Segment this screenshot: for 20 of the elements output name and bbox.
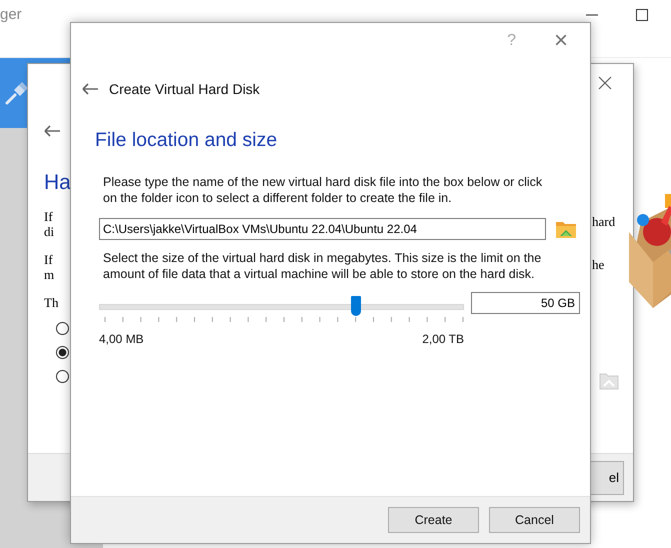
body-text: Th [44, 295, 60, 310]
page-heading: Ha [44, 171, 72, 195]
window-title: ger [0, 6, 22, 24]
body-text: hard [592, 214, 616, 229]
cancel-button[interactable]: Cancel [489, 507, 580, 533]
min-label: 4,00 MB [99, 332, 144, 346]
body-text: If [44, 252, 54, 267]
instructions-text: Select the size of the virtual hard disk in megabytes. This size is the limit on the amount of file data that a virtual machine will be able to store on the hard disk. [103, 250, 542, 282]
create-button[interactable]: Create [388, 507, 479, 533]
dialog-title: Create Virtual Hard Disk [109, 81, 260, 97]
body-text: m [44, 267, 56, 282]
body-text: di [44, 224, 56, 239]
size-field[interactable]: 50 GB [471, 292, 580, 314]
max-label: 2,00 TB [422, 332, 464, 346]
page-heading: File location and size [94, 129, 278, 152]
close-button[interactable]: × [554, 29, 568, 53]
path-field[interactable]: C:\Users\jakke\VirtualBox VMs\Ubuntu 22.04\Ubuntu 22.04 [99, 218, 546, 240]
body-text: he [592, 257, 606, 272]
body-text: If [44, 209, 54, 224]
instructions-text: Please type the name of the new virtual hard disk file into the box below or click on the folder icon to select a different folder to create the file in. [103, 174, 544, 206]
